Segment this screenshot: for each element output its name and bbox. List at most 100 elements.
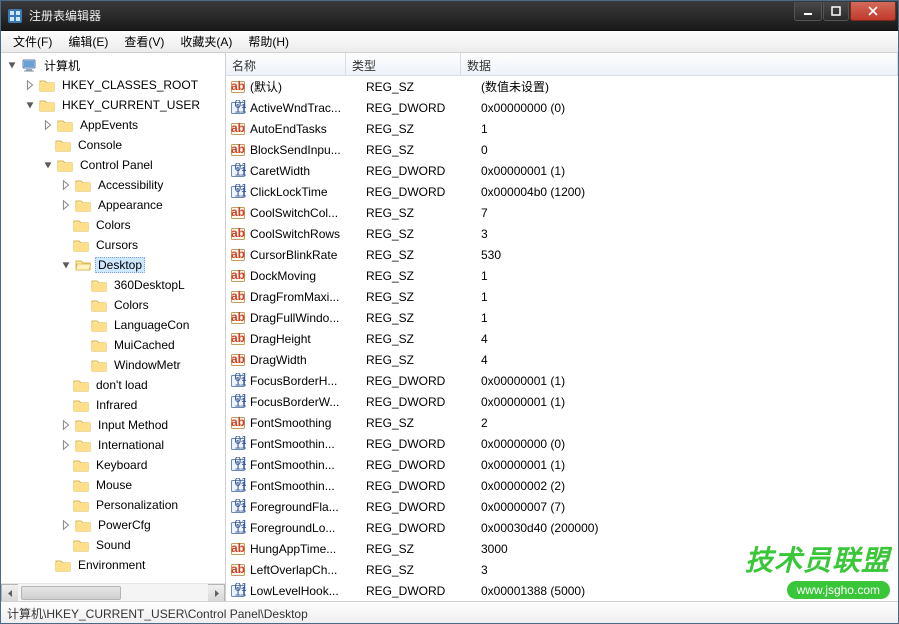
expand-toggle[interactable] [59,198,73,212]
tree-node-hkcu[interactable]: HKEY_CURRENT_USER [19,95,225,115]
menu-view[interactable]: 查看(V) [116,30,172,53]
expand-toggle[interactable] [23,98,37,112]
folder-icon [39,77,55,93]
value-type: REG_SZ [366,311,481,325]
list-row[interactable]: CoolSwitchRowsREG_SZ3 [226,223,898,244]
list-row[interactable]: LowLevelHook...REG_DWORD0x00001388 (5000… [226,580,898,601]
menu-help[interactable]: 帮助(H) [240,30,297,53]
list-row[interactable]: HungAppTime...REG_SZ3000 [226,538,898,559]
value-type: REG_DWORD [366,164,481,178]
value-type: REG_SZ [366,269,481,283]
folder-icon [75,417,91,433]
list-row[interactable]: FocusBorderH...REG_DWORD0x00000001 (1) [226,370,898,391]
expand-toggle[interactable] [59,518,73,532]
list-row[interactable]: ClickLockTimeREG_DWORD0x000004b0 (1200) [226,181,898,202]
list-row[interactable]: DockMovingREG_SZ1 [226,265,898,286]
folder-icon [73,377,89,393]
scroll-right-button[interactable] [208,584,225,601]
list-row[interactable]: (默认)REG_SZ(数值未设置) [226,76,898,97]
menu-file[interactable]: 文件(F) [5,30,60,53]
string-value-icon [230,289,246,305]
tree-node-mouse[interactable]: Mouse [55,475,225,495]
list-row[interactable]: DragFullWindo...REG_SZ1 [226,307,898,328]
tree-node-infrared[interactable]: Infrared [55,395,225,415]
value-type: REG_DWORD [366,479,481,493]
tree-label: Accessibility [95,178,166,192]
tree-node-environment[interactable]: Environment [37,555,225,575]
tree-node-international[interactable]: International [55,435,225,455]
tree-node-computer[interactable]: 计算机 [1,55,225,75]
expand-toggle[interactable] [5,58,19,72]
binary-value-icon [230,457,246,473]
expand-toggle[interactable] [59,178,73,192]
title-bar[interactable]: 注册表编辑器 [1,1,898,31]
list-row[interactable]: DragHeightREG_SZ4 [226,328,898,349]
list-row[interactable]: CoolSwitchCol...REG_SZ7 [226,202,898,223]
list-row[interactable]: CaretWidthREG_DWORD0x00000001 (1) [226,160,898,181]
tree-scroll[interactable]: 计算机 HKEY_CLASSES_ROOT HKEY_CURRENT_USER … [1,53,225,583]
tree-node-console[interactable]: Console [37,135,225,155]
tree-node-inputmethod[interactable]: Input Method [55,415,225,435]
list-row[interactable]: CursorBlinkRateREG_SZ530 [226,244,898,265]
list-row[interactable]: FontSmoothin...REG_DWORD0x00000000 (0) [226,433,898,454]
tree-node-personalization[interactable]: Personalization [55,495,225,515]
tree-node-colors[interactable]: Colors [55,215,225,235]
value-type: REG_SZ [366,563,481,577]
tree-node-hkcr[interactable]: HKEY_CLASSES_ROOT [19,75,225,95]
tree-node-powercfg[interactable]: PowerCfg [55,515,225,535]
expand-toggle[interactable] [59,418,73,432]
tree-node-appevents[interactable]: AppEvents [37,115,225,135]
column-header-name[interactable]: 名称 [226,53,346,75]
tree-node-muicached[interactable]: MuiCached [73,335,225,355]
list-row[interactable]: BlockSendInpu...REG_SZ0 [226,139,898,160]
scroll-thumb[interactable] [21,586,121,600]
value-name: DragWidth [250,353,366,367]
list-row[interactable]: DragWidthREG_SZ4 [226,349,898,370]
tree-node-desktop[interactable]: Desktop [55,255,225,275]
scroll-left-button[interactable] [1,584,18,601]
list-row[interactable]: FocusBorderW...REG_DWORD0x00000001 (1) [226,391,898,412]
list-row[interactable]: DragFromMaxi...REG_SZ1 [226,286,898,307]
binary-value-icon [230,478,246,494]
column-header-type[interactable]: 类型 [346,53,461,75]
expand-toggle[interactable] [41,118,55,132]
value-type: REG_DWORD [366,374,481,388]
tree-node-360desktop[interactable]: 360DesktopL [73,275,225,295]
computer-icon [21,57,37,73]
list-row[interactable]: LeftOverlapCh...REG_SZ3 [226,559,898,580]
tree-node-sound[interactable]: Sound [55,535,225,555]
tree-node-windowmetr[interactable]: WindowMetr [73,355,225,375]
list-row[interactable]: ForegroundFla...REG_DWORD0x00000007 (7) [226,496,898,517]
expand-toggle[interactable] [59,258,73,272]
list-row[interactable]: FontSmoothin...REG_DWORD0x00000001 (1) [226,454,898,475]
list-row[interactable]: ActiveWndTrac...REG_DWORD0x00000000 (0) [226,97,898,118]
list-row[interactable]: FontSmoothin...REG_DWORD0x00000002 (2) [226,475,898,496]
tree-node-controlpanel[interactable]: Control Panel [37,155,225,175]
tree-node-dontload[interactable]: don't load [55,375,225,395]
expand-toggle[interactable] [23,78,37,92]
list-row[interactable]: FontSmoothingREG_SZ2 [226,412,898,433]
expand-toggle[interactable] [41,158,55,172]
close-button[interactable] [850,2,896,21]
menu-edit[interactable]: 编辑(E) [60,30,116,53]
list-body[interactable]: (默认)REG_SZ(数值未设置)ActiveWndTrac...REG_DWO… [226,76,898,601]
value-data: 3 [481,227,898,241]
folder-icon [39,97,55,113]
maximize-button[interactable] [823,2,849,21]
tree-node-cursors[interactable]: Cursors [55,235,225,255]
tree-node-languagecon[interactable]: LanguageCon [73,315,225,335]
tree-node-keyboard[interactable]: Keyboard [55,455,225,475]
tree-node-desk-colors[interactable]: Colors [73,295,225,315]
minimize-button[interactable] [794,2,822,21]
tree-node-accessibility[interactable]: Accessibility [55,175,225,195]
expand-toggle[interactable] [59,438,73,452]
list-row[interactable]: AutoEndTasksREG_SZ1 [226,118,898,139]
column-header-data[interactable]: 数据 [461,53,898,75]
value-type: REG_SZ [366,80,481,94]
value-data: 0x00001388 (5000) [481,584,898,598]
menu-favorites[interactable]: 收藏夹(A) [172,30,240,53]
tree-node-appearance[interactable]: Appearance [55,195,225,215]
binary-value-icon [230,394,246,410]
tree-horizontal-scrollbar[interactable] [1,583,225,601]
list-row[interactable]: ForegroundLo...REG_DWORD0x00030d40 (2000… [226,517,898,538]
